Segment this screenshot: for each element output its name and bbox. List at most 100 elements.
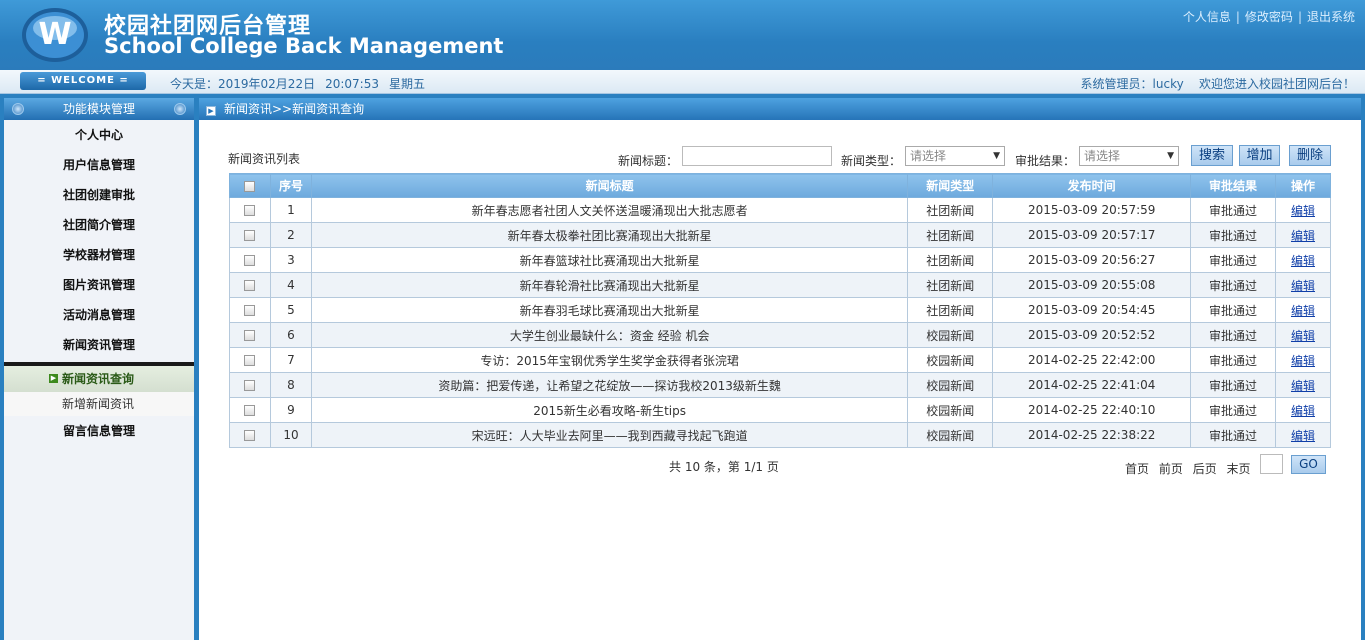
admin-name: 系统管理员：lucky: [1080, 77, 1184, 91]
sidebar-item-club-approval[interactable]: 社团创建审批: [4, 180, 194, 210]
sidebar-item-club-intro[interactable]: 社团简介管理: [4, 210, 194, 240]
edit-link[interactable]: 编辑: [1291, 279, 1315, 293]
change-password-link[interactable]: 修改密码: [1245, 10, 1293, 24]
table-row: 5 新年春羽毛球比赛涌现出大批新星 社团新闻 2015-03-09 20:54:45 审…: [229, 297, 1331, 323]
row-result: 审批通过: [1190, 297, 1277, 323]
prev-page-link[interactable]: 前页: [1159, 462, 1183, 476]
row-type: 社团新闻: [907, 272, 994, 298]
type-filter-label: 新闻类型：: [841, 154, 902, 168]
row-title: 新年春轮滑社比赛涌现出大批新星: [310, 272, 909, 298]
sidebar-item-activity[interactable]: 活动消息管理: [4, 300, 194, 330]
row-checkbox-cell: [229, 322, 271, 348]
edit-link[interactable]: 编辑: [1291, 329, 1315, 343]
dot-icon: [12, 103, 24, 115]
sidebar-item-equipment[interactable]: 学校器材管理: [4, 240, 194, 270]
row-time: 2015-03-09 20:57:59: [992, 197, 1192, 223]
row-checkbox[interactable]: [244, 305, 256, 316]
row-checkbox[interactable]: [244, 405, 256, 416]
current-time: 20:07:53: [325, 77, 379, 91]
sidebar-item-add-news[interactable]: 新增新闻资讯: [4, 392, 194, 416]
column-header: 新闻类型: [907, 173, 994, 198]
row-checkbox[interactable]: [244, 280, 256, 291]
row-time: 2014-02-25 22:41:04: [992, 372, 1192, 398]
row-type: 校园新闻: [907, 347, 994, 373]
row-result: 审批通过: [1190, 422, 1277, 448]
row-checkbox-cell: [229, 422, 271, 448]
search-button[interactable]: 搜索: [1191, 145, 1233, 166]
sidebar-item-news[interactable]: 新闻资讯管理: [4, 330, 194, 360]
type-filter-value: 请选择: [910, 149, 947, 163]
header: W 校园社团网后台管理 School College Back Manageme…: [0, 0, 1365, 70]
profile-link[interactable]: 个人信息: [1183, 10, 1231, 24]
edit-link[interactable]: 编辑: [1291, 204, 1315, 218]
sidebar-item-news-query[interactable]: ▶ 新闻资讯查询: [4, 366, 194, 392]
table-row: 10 宋远旺：人大毕业去阿里——我到西藏寻找起飞跑道 校园新闻 2014-02-25 …: [229, 422, 1331, 448]
row-number: 1: [269, 197, 312, 223]
edit-link[interactable]: 编辑: [1291, 379, 1315, 393]
row-result: 审批通过: [1190, 247, 1277, 273]
top-links: 个人信息 | 修改密码 | 退出系统: [1183, 8, 1355, 25]
row-time: 2014-02-25 22:40:10: [992, 397, 1192, 423]
edit-link[interactable]: 编辑: [1291, 254, 1315, 268]
edit-link[interactable]: 编辑: [1291, 354, 1315, 368]
row-checkbox[interactable]: [244, 430, 256, 441]
row-edit-cell: 编辑: [1275, 422, 1331, 448]
type-filter-select[interactable]: 请选择 ▼: [905, 146, 1005, 166]
page-number-input[interactable]: [1260, 454, 1283, 474]
sidebar-item-messages[interactable]: 留言信息管理: [4, 416, 194, 446]
table-row: 4 新年春轮滑社比赛涌现出大批新星 社团新闻 2015-03-09 20:55:08 审…: [229, 272, 1331, 298]
result-filter-label: 审批结果：: [1015, 154, 1076, 168]
svg-text:W: W: [38, 17, 71, 52]
edit-link[interactable]: 编辑: [1291, 429, 1315, 443]
last-page-link[interactable]: 末页: [1227, 462, 1251, 476]
welcome-greeting: 欢迎您进入校园社团网后台！: [1198, 77, 1355, 91]
row-number: 3: [269, 247, 312, 273]
add-button[interactable]: 增加: [1239, 145, 1280, 166]
row-result: 审批通过: [1190, 222, 1277, 248]
row-checkbox[interactable]: [244, 230, 256, 241]
result-filter-select[interactable]: 请选择 ▼: [1079, 146, 1179, 166]
row-checkbox[interactable]: [244, 380, 256, 391]
list-title: 新闻资讯列表: [228, 152, 301, 166]
row-time: 2015-03-09 20:54:45: [992, 297, 1192, 323]
sidebar: 功能模块管理 个人中心 用户信息管理 社团创建审批 社团简介管理 学校器材管理 …: [4, 98, 194, 640]
edit-link[interactable]: 编辑: [1291, 404, 1315, 418]
news-table: 序号 新闻标题 新闻类型 发布时间 审批结果 操作 1 新年春志愿者社团人文关怀送…: [229, 173, 1331, 448]
row-type: 社团新闻: [907, 197, 994, 223]
row-number: 2: [269, 222, 312, 248]
row-title: 宋远旺：人大毕业去阿里——我到西藏寻找起飞跑道: [310, 422, 909, 448]
dot-icon: [174, 103, 186, 115]
table-row: 3 新年春篮球社比赛涌现出大批新星 社团新闻 2015-03-09 20:56:27 审…: [229, 247, 1331, 273]
row-edit-cell: 编辑: [1275, 297, 1331, 323]
edit-link[interactable]: 编辑: [1291, 304, 1315, 318]
edit-link[interactable]: 编辑: [1291, 229, 1315, 243]
row-result: 审批通过: [1190, 397, 1277, 423]
row-checkbox-cell: [229, 222, 271, 248]
row-time: 2014-02-25 22:42:00: [992, 347, 1192, 373]
row-edit-cell: 编辑: [1275, 272, 1331, 298]
logout-link[interactable]: 退出系统: [1307, 10, 1355, 24]
row-type: 校园新闻: [907, 422, 994, 448]
row-checkbox[interactable]: [244, 330, 256, 341]
table-row: 7 专访：2015年宝钢优秀学生奖学金获得者张浣珺 校园新闻 2014-02-25 2…: [229, 347, 1331, 373]
date-time: 今天是：2019年02月22日 20:07:53 星期五: [170, 75, 435, 92]
row-checkbox[interactable]: [244, 355, 256, 366]
title-filter-input[interactable]: [682, 146, 832, 166]
next-page-link[interactable]: 后页: [1193, 462, 1217, 476]
first-page-link[interactable]: 首页: [1125, 462, 1149, 476]
row-edit-cell: 编辑: [1275, 397, 1331, 423]
row-edit-cell: 编辑: [1275, 322, 1331, 348]
table-body: 1 新年春志愿者社团人文关怀送温暖涌现出大批志愿者 社团新闻 2015-03-09 2…: [229, 197, 1331, 448]
result-filter-value: 请选择: [1084, 149, 1121, 163]
row-checkbox[interactable]: [244, 205, 256, 216]
column-header: 序号: [269, 173, 312, 198]
delete-button[interactable]: 删除: [1289, 145, 1331, 166]
select-all-checkbox[interactable]: [244, 180, 256, 192]
sidebar-item-image-news[interactable]: 图片资讯管理: [4, 270, 194, 300]
sidebar-item-personal-center[interactable]: 个人中心: [4, 120, 194, 150]
sidebar-item-user-info[interactable]: 用户信息管理: [4, 150, 194, 180]
row-number: 9: [269, 397, 312, 423]
row-edit-cell: 编辑: [1275, 347, 1331, 373]
row-checkbox[interactable]: [244, 255, 256, 266]
go-button[interactable]: GO: [1291, 455, 1326, 474]
